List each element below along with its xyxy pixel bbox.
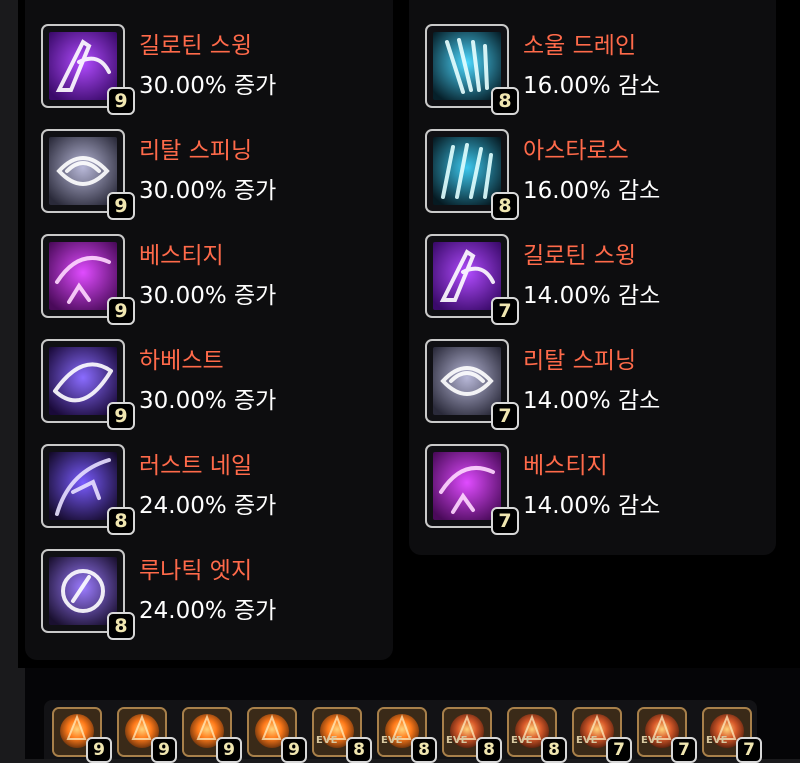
skill-row[interactable]: 7 베스티지 14.00% 감소 bbox=[425, 444, 765, 535]
skill-row[interactable]: 9 리탈 스피닝 30.00% 증가 bbox=[41, 129, 381, 220]
skill-effect-value: 24.00% 증가 bbox=[139, 493, 277, 519]
skill-effect-value: 14.00% 감소 bbox=[523, 388, 661, 414]
skill-name: 소울 드레인 bbox=[523, 33, 637, 59]
event-label: EVE bbox=[706, 735, 728, 746]
gem-level-badge: 8 bbox=[491, 192, 519, 220]
skill-effect-value: 16.00% 감소 bbox=[523, 73, 661, 99]
gem-level-badge: 8 bbox=[107, 612, 135, 640]
event-label: EVE bbox=[446, 735, 468, 746]
skill-effect-value: 14.00% 감소 bbox=[523, 283, 661, 309]
gem-level-badge: 9 bbox=[107, 297, 135, 325]
gem-level-badge: 8 bbox=[491, 87, 519, 115]
skill-effect-value: 14.00% 감소 bbox=[523, 493, 661, 519]
skill-name: 베스티지 bbox=[139, 243, 224, 269]
gem-slot[interactable]: EVE 8 bbox=[312, 707, 372, 763]
gem-level-badge: 7 bbox=[736, 737, 762, 763]
gem-slot[interactable]: EVE 8 bbox=[442, 707, 502, 763]
skill-row[interactable]: 8 러스트 네일 24.00% 증가 bbox=[41, 444, 381, 535]
skill-name: 길로틴 스윙 bbox=[523, 243, 637, 269]
gem-level-badge: 9 bbox=[107, 87, 135, 115]
event-label: EVE bbox=[381, 735, 403, 746]
skill-effect-value: 30.00% 증가 bbox=[139, 178, 277, 204]
skill-name: 하베스트 bbox=[139, 348, 224, 374]
skill-name: 리탈 스피닝 bbox=[523, 348, 637, 374]
skill-name: 리탈 스피닝 bbox=[139, 138, 253, 164]
event-label: EVE bbox=[511, 735, 533, 746]
gem-level-badge: 9 bbox=[107, 192, 135, 220]
skill-name: 러스트 네일 bbox=[139, 453, 253, 479]
skill-row[interactable]: 9 하베스트 30.00% 증가 bbox=[41, 339, 381, 430]
cooldown-gem-panel: 8 소울 드레인 16.00% 감소 8 아스타로스 16.00% 감소 7 길… bbox=[409, 0, 776, 555]
gem-level-badge: 8 bbox=[411, 737, 437, 763]
gem-level-badge: 8 bbox=[346, 737, 372, 763]
skill-effect-value: 30.00% 증가 bbox=[139, 283, 277, 309]
skill-row[interactable]: 8 아스타로스 16.00% 감소 bbox=[425, 129, 765, 220]
event-label: EVE bbox=[641, 735, 663, 746]
gem-level-badge: 8 bbox=[107, 507, 135, 535]
skill-row[interactable]: 8 루나틱 엣지 24.00% 증가 bbox=[41, 549, 381, 640]
gem-level-badge: 8 bbox=[541, 737, 567, 763]
damage-gem-panel: 9 길로틴 스윙 30.00% 증가 9 리탈 스피닝 30.00% 증가 9 … bbox=[25, 0, 393, 660]
skill-name: 베스티지 bbox=[523, 453, 608, 479]
gem-slot[interactable]: EVE 8 bbox=[507, 707, 567, 763]
skill-row[interactable]: 7 리탈 스피닝 14.00% 감소 bbox=[425, 339, 765, 430]
gem-slot[interactable]: EVE 8 bbox=[377, 707, 437, 763]
gem-level-badge: 7 bbox=[491, 507, 519, 535]
gem-level-badge: 8 bbox=[476, 737, 502, 763]
skill-name: 길로틴 스윙 bbox=[139, 33, 253, 59]
gem-level-badge: 9 bbox=[281, 737, 307, 763]
skill-name: 아스타로스 bbox=[523, 138, 629, 164]
skill-row[interactable]: 8 소울 드레인 16.00% 감소 bbox=[425, 24, 765, 115]
skill-row[interactable]: 9 길로틴 스윙 30.00% 증가 bbox=[41, 24, 381, 115]
event-label: EVE bbox=[576, 735, 598, 746]
gem-level-badge: 7 bbox=[671, 737, 697, 763]
gem-level-badge: 9 bbox=[151, 737, 177, 763]
gem-slot[interactable]: EVE 7 bbox=[637, 707, 697, 763]
gem-level-badge: 7 bbox=[491, 402, 519, 430]
gem-slot[interactable]: 9 bbox=[247, 707, 307, 763]
gem-slot[interactable]: EVE 7 bbox=[702, 707, 762, 763]
gem-slot[interactable]: 9 bbox=[117, 707, 177, 763]
gem-level-badge: 9 bbox=[86, 737, 112, 763]
gem-level-badge: 9 bbox=[107, 402, 135, 430]
skill-row[interactable]: 7 길로틴 스윙 14.00% 감소 bbox=[425, 234, 765, 325]
gem-level-badge: 7 bbox=[606, 737, 632, 763]
skill-effect-value: 24.00% 증가 bbox=[139, 598, 277, 624]
skill-effect-value: 30.00% 증가 bbox=[139, 73, 277, 99]
gem-slot[interactable]: EVE 7 bbox=[572, 707, 632, 763]
skill-name: 루나틱 엣지 bbox=[139, 558, 253, 584]
skill-effect-value: 16.00% 감소 bbox=[523, 178, 661, 204]
gem-slot[interactable]: 9 bbox=[182, 707, 242, 763]
gem-level-badge: 9 bbox=[216, 737, 242, 763]
gem-level-badge: 7 bbox=[491, 297, 519, 325]
skill-effect-value: 30.00% 증가 bbox=[139, 388, 277, 414]
skill-row[interactable]: 9 베스티지 30.00% 증가 bbox=[41, 234, 381, 325]
event-label: EVE bbox=[316, 735, 338, 746]
gem-slot[interactable]: 9 bbox=[52, 707, 112, 763]
